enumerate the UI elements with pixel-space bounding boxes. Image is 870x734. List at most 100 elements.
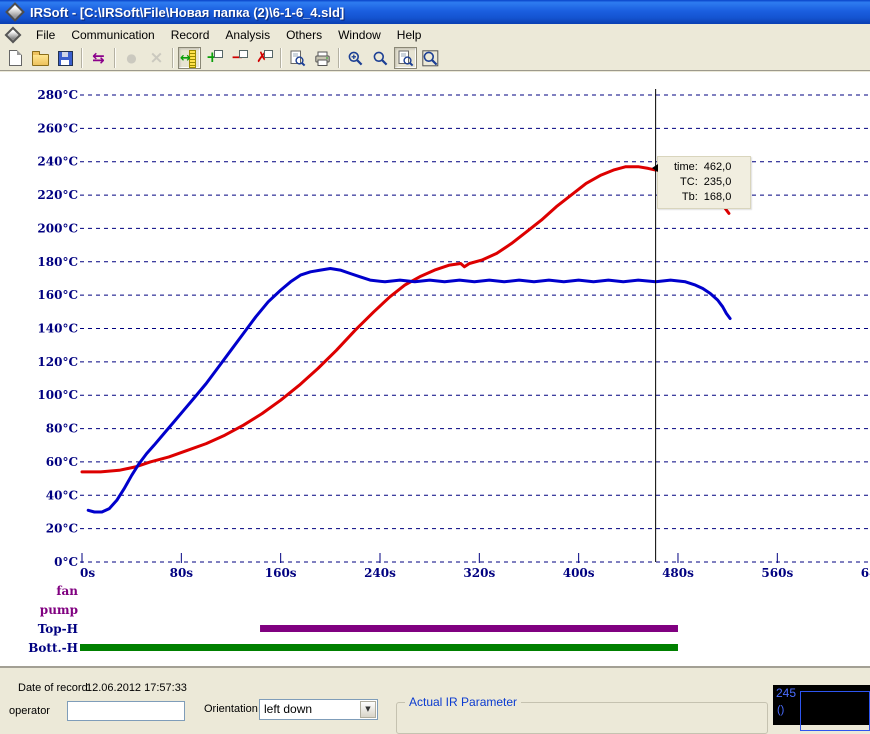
cancel-x-icon: ×: [149, 47, 164, 68]
x-axis-tick-label: 0s: [80, 566, 95, 580]
tooltip-value: 235,0: [703, 176, 732, 188]
open-file-button[interactable]: [29, 47, 52, 69]
remove-curve-icon: −: [231, 48, 248, 67]
y-axis-tick-label: 180°C: [37, 255, 78, 269]
orientation-label: Orientation: [204, 703, 258, 715]
menu-bar: File Communication Record Analysis Others Win…: [0, 24, 870, 46]
operator-input[interactable]: [67, 701, 185, 721]
ir-scale-max-value: 245: [776, 686, 797, 700]
fit-view-button[interactable]: [394, 47, 417, 69]
operator-label: operator: [9, 705, 50, 717]
y-axis-tick-label: 240°C: [37, 155, 78, 169]
zoom-out-button[interactable]: [369, 47, 392, 69]
menu-item-help[interactable]: Help: [389, 26, 430, 44]
y-axis-tick-label: 220°C: [37, 188, 78, 202]
print-preview-button[interactable]: [286, 47, 309, 69]
page-magnifier-icon: [397, 50, 414, 67]
record-button: ●: [120, 47, 143, 69]
date-of-record-value: 12.06.2012 17:57:33: [86, 682, 187, 694]
y-axis-tick-label: 120°C: [37, 355, 78, 369]
printer-icon: [314, 50, 331, 67]
footer-panel: Date of record: 12.06.2012 17:57:33 oper…: [0, 666, 870, 734]
save-floppy-icon: [58, 50, 73, 66]
menu-item-record[interactable]: Record: [163, 26, 218, 44]
toolbar-separator: [172, 48, 174, 68]
zoom-in-button[interactable]: [344, 47, 367, 69]
add-curve-icon: +: [206, 48, 223, 67]
add-curve-button[interactable]: +: [203, 47, 226, 69]
x-axis-tick-label: 240s: [364, 566, 396, 580]
delete-curve-button[interactable]: ✗: [253, 47, 276, 69]
y-axis-tick-label: 280°C: [37, 88, 78, 102]
print-button[interactable]: [311, 47, 334, 69]
tooltip-label: time:: [673, 161, 698, 173]
tooltip-arrow-icon: [651, 164, 658, 172]
y-axis-tick-label: 200°C: [37, 221, 78, 235]
toolbar-separator: [338, 48, 340, 68]
date-of-record-label: Date of record:: [18, 682, 91, 694]
open-folder-icon: [32, 50, 49, 66]
menu-item-file[interactable]: File: [28, 26, 63, 44]
x-axis-tick-label: 80s: [170, 566, 194, 580]
ir-display[interactable]: 245 (): [773, 685, 870, 731]
y-axis-tick-label: 0°C: [54, 555, 78, 569]
transfer-arrows-icon: ⇆: [92, 48, 105, 67]
magnifier-plus-icon: [347, 50, 364, 67]
menu-item-analysis[interactable]: Analysis: [217, 26, 278, 44]
dropdown-button[interactable]: ▼: [360, 701, 376, 718]
actual-ir-parameter-label: Actual IR Parameter: [405, 695, 522, 709]
ir-image-frame: [800, 691, 870, 731]
menu-item-window[interactable]: Window: [330, 26, 389, 44]
toolbar-separator: [114, 48, 116, 68]
chevron-down-icon: ▼: [365, 705, 371, 713]
magnifier-box-icon: [422, 49, 439, 67]
orientation-dropdown[interactable]: left down ▼: [259, 699, 378, 720]
toolbar: ⇆ ● × ↔ + − ✗: [0, 46, 870, 71]
menu-item-communication[interactable]: Communication: [63, 26, 162, 44]
y-axis-tick-label: 40°C: [46, 488, 78, 502]
y-axis-tick-label: 60°C: [46, 455, 78, 469]
series-tb: [86, 267, 732, 514]
chart-area: 0°C 20°C 40°C 60°C 80°C 100°C 120°C 140°C 160°C 1…: [0, 72, 870, 666]
menu-item-others[interactable]: Others: [278, 26, 330, 44]
digital-row-label-botth: Bott.-H: [28, 641, 78, 655]
cancel-record-button: ×: [145, 47, 168, 69]
y-axis-tick-label: 100°C: [37, 388, 78, 402]
y-axis-tick-label: 140°C: [37, 322, 78, 336]
y-axis-tick-label: 20°C: [46, 522, 78, 536]
x-axis-tick-label: 400s: [563, 566, 595, 580]
y-axis-tick-label: 80°C: [46, 422, 78, 436]
record-dot-icon: ●: [126, 51, 137, 65]
x-axis-tick-label: 480s: [662, 566, 694, 580]
page-magnifier-icon: [289, 50, 306, 67]
x-axis-tick-label: 560s: [761, 566, 793, 580]
app-icon: [5, 2, 25, 22]
delete-curve-icon: ✗: [256, 48, 273, 67]
digital-row-label-toph: Top-H: [38, 622, 78, 636]
toolbar-separator: [81, 48, 83, 68]
tooltip-label: Tb:: [681, 191, 698, 203]
transfer-button[interactable]: ⇆: [87, 47, 110, 69]
x-axis-tick-label: 640s: [861, 566, 870, 580]
tooltip-value: 168,0: [703, 191, 732, 203]
y-axis-tick-label: 260°C: [37, 121, 78, 135]
actual-ir-parameter-group: Actual IR Parameter: [396, 695, 768, 734]
tooltip-label: TC:: [680, 176, 698, 188]
tooltip-value: 462,0: [703, 161, 732, 173]
series-tc: [80, 165, 731, 474]
digital-bar-toph: [260, 625, 678, 632]
new-document-icon: [9, 50, 22, 66]
title-bar: IRSoft - [C:\IRSoft\File\Новая папка (2)…: [0, 0, 870, 24]
zoom-select-button[interactable]: [419, 47, 442, 69]
toolbar-separator: [280, 48, 282, 68]
save-button[interactable]: [54, 47, 77, 69]
remove-curve-button[interactable]: −: [228, 47, 251, 69]
document-icon[interactable]: [4, 26, 22, 44]
curve-measure-button[interactable]: ↔: [178, 47, 201, 69]
digital-bar-botth: [80, 644, 678, 651]
new-file-button[interactable]: [4, 47, 27, 69]
digital-row-label-pump: pump: [40, 603, 78, 617]
window-title: IRSoft - [C:\IRSoft\File\Новая папка (2)…: [30, 4, 345, 20]
x-axis-tick-label: 160s: [265, 566, 297, 580]
x-axis-tick-label: 320s: [463, 566, 495, 580]
